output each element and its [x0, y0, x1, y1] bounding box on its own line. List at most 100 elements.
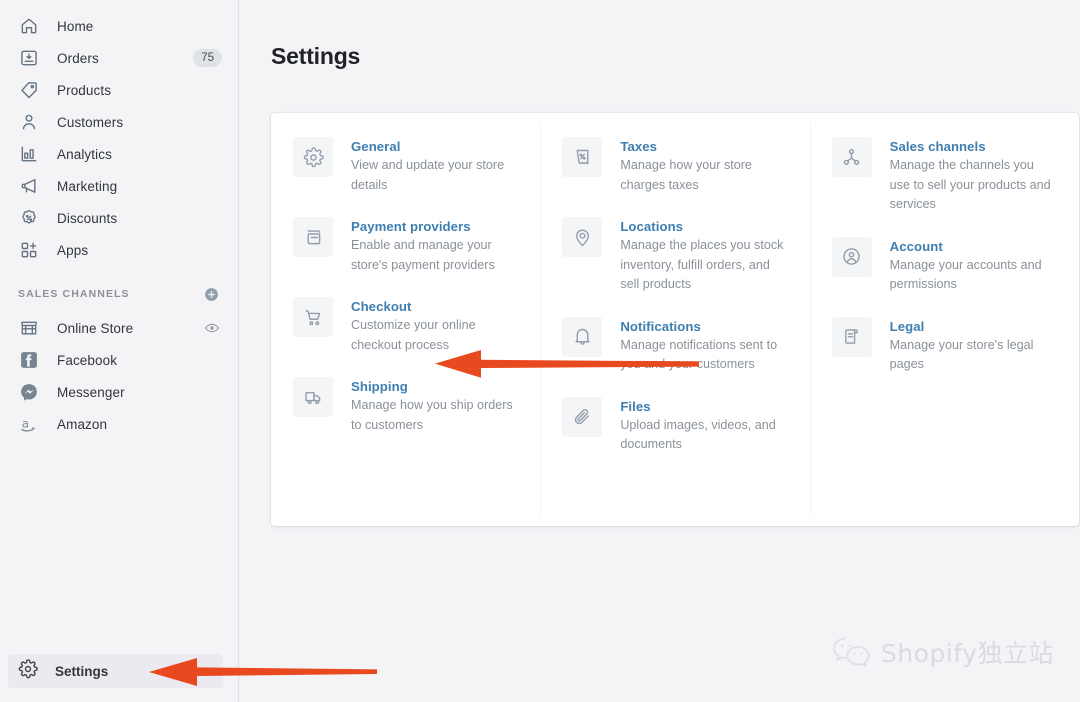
settings-item-files[interactable]: Files Upload images, videos, and documen…	[562, 396, 787, 455]
sales-channels-heading: SALES CHANNELS	[18, 288, 130, 300]
location-pin-icon	[562, 217, 603, 257]
settings-item-description: Manage how you ship orders to customers	[351, 398, 513, 432]
watermark: Shopify独立站	[831, 634, 1054, 670]
settings-item-title[interactable]: Files	[620, 399, 650, 414]
sidebar-item-label: Settings	[55, 663, 109, 679]
settings-item-description: Manage your accounts and permissions	[889, 257, 1042, 292]
settings-item-description: Upload images, videos, and documents	[620, 417, 776, 452]
sidebar-item-products[interactable]: Products	[8, 74, 230, 106]
orders-icon	[18, 47, 40, 69]
settings-item-title[interactable]: Checkout	[351, 299, 411, 314]
sidebar-item-label: Apps	[57, 242, 89, 258]
settings-item-taxes[interactable]: Taxes Manage how your store charges taxe…	[562, 137, 787, 195]
settings-item-description: Manage notifications sent to you and you…	[620, 337, 778, 372]
settings-item-description: Manage the channels you use to sell your…	[889, 158, 1051, 211]
sidebar-item-marketing[interactable]: Marketing	[8, 170, 230, 202]
settings-item-title[interactable]: Payment providers	[351, 219, 471, 234]
settings-item-shipping[interactable]: Shipping Manage how you ship orders to c…	[293, 377, 518, 435]
sidebar-item-discounts[interactable]: Discounts	[8, 202, 230, 234]
sidebar: Home Orders 75 Products Customers Analyt…	[0, 0, 239, 702]
products-tag-icon	[18, 79, 40, 101]
apps-grid-icon	[18, 239, 40, 261]
settings-item-notifications[interactable]: Notifications Manage notifications sent …	[562, 316, 787, 375]
sidebar-item-label: Amazon	[57, 416, 108, 432]
eye-icon[interactable]	[204, 320, 220, 336]
settings-card: General View and update your store detai…	[271, 113, 1079, 526]
settings-item-general[interactable]: General View and update your store detai…	[293, 137, 518, 195]
gear-icon	[293, 137, 333, 177]
settings-item-checkout[interactable]: Checkout Customize your online checkout …	[293, 297, 518, 355]
sidebar-item-customers[interactable]: Customers	[8, 106, 230, 138]
settings-item-description: Manage your store's legal pages	[889, 337, 1034, 372]
customers-icon	[18, 111, 40, 133]
main-content: Settings General View and update your st…	[149, 0, 1080, 702]
paperclip-icon	[562, 396, 603, 437]
settings-item-title[interactable]: Locations	[620, 219, 683, 234]
sidebar-item-label: Facebook	[57, 352, 118, 368]
settings-item-description: Customize your online checkout process	[351, 318, 476, 352]
messenger-icon	[18, 381, 40, 403]
truck-icon	[293, 377, 333, 417]
settings-item-description: Manage the places you stock inventory, f…	[620, 238, 784, 291]
discounts-badge-percent-icon	[18, 207, 40, 229]
wechat-icon	[831, 635, 873, 669]
sales-channels-node-icon	[831, 137, 872, 177]
settings-item-account[interactable]: Account Manage your accounts and permiss…	[831, 236, 1057, 295]
sidebar-item-orders[interactable]: Orders 75	[8, 42, 230, 74]
sidebar-item-label: Marketing	[57, 178, 118, 194]
plus-circle-icon[interactable]	[203, 286, 220, 303]
orders-count-badge: 75	[193, 49, 222, 67]
sidebar-item-apps[interactable]: Apps	[8, 234, 230, 266]
sidebar-item-amazon[interactable]: a Amazon	[8, 408, 230, 440]
settings-item-title[interactable]: Notifications	[620, 319, 701, 334]
settings-item-description: Manage how your store charges taxes	[620, 158, 752, 192]
settings-item-title[interactable]: Legal	[890, 319, 925, 334]
settings-item-locations[interactable]: Locations Manage the places you stock in…	[562, 217, 787, 295]
settings-item-payment-providers[interactable]: Payment providers Enable and manage your…	[293, 217, 518, 275]
sidebar-item-online-store[interactable]: Online Store	[8, 312, 230, 344]
sidebar-item-label: Analytics	[57, 146, 112, 162]
settings-column-2: Taxes Manage how your store charges taxe…	[540, 113, 809, 526]
settings-column-3: Sales channels Manage the channels you u…	[809, 113, 1079, 526]
sidebar-item-facebook[interactable]: Facebook	[8, 344, 230, 376]
shopify-admin-window: Home Orders 75 Products Customers Analyt…	[0, 0, 1080, 702]
sidebar-item-home[interactable]: Home	[8, 10, 230, 42]
legal-scroll-icon	[831, 316, 872, 357]
sidebar-item-label: Discounts	[57, 210, 118, 226]
sidebar-item-messenger[interactable]: Messenger	[8, 376, 230, 408]
sidebar-item-settings[interactable]: Settings	[8, 654, 223, 688]
settings-item-title[interactable]: Taxes	[620, 139, 657, 154]
settings-item-description: Enable and manage your store's payment p…	[351, 238, 495, 272]
settings-item-legal[interactable]: Legal Manage your store's legal pages	[831, 316, 1057, 375]
settings-column-1: General View and update your store detai…	[271, 113, 540, 526]
sidebar-item-label: Customers	[57, 114, 124, 130]
page-title: Settings	[271, 43, 361, 69]
bell-icon	[562, 316, 603, 357]
gear-icon	[18, 658, 38, 684]
amazon-icon: a	[18, 413, 40, 435]
settings-item-title[interactable]: Shipping	[351, 379, 408, 394]
sales-channels-section-header: SALES CHANNELS	[8, 280, 230, 308]
online-store-icon	[18, 317, 40, 339]
sidebar-item-label: Online Store	[57, 320, 134, 336]
settings-item-description: View and update your store details	[351, 158, 505, 192]
settings-item-title[interactable]: Account	[890, 239, 943, 254]
sidebar-item-label: Products	[57, 82, 112, 98]
settings-item-title[interactable]: General	[351, 139, 400, 154]
sidebar-item-analytics[interactable]: Analytics	[8, 138, 230, 170]
sidebar-item-label: Home	[57, 18, 94, 34]
settings-item-sales-channels[interactable]: Sales channels Manage the channels you u…	[831, 137, 1057, 215]
facebook-icon	[18, 349, 40, 371]
cart-icon	[293, 297, 333, 337]
settings-item-title[interactable]: Sales channels	[890, 139, 986, 154]
analytics-bar-chart-icon	[18, 143, 40, 165]
watermark-text: Shopify独立站	[881, 639, 1054, 668]
account-person-circle-icon	[831, 236, 872, 277]
svg-text:a: a	[21, 416, 28, 430]
marketing-megaphone-icon	[18, 175, 40, 197]
payment-card-icon	[293, 217, 333, 257]
sidebar-item-label: Orders	[57, 50, 99, 66]
tax-receipt-icon	[562, 137, 603, 177]
sidebar-item-label: Messenger	[57, 384, 125, 400]
home-icon	[18, 15, 40, 37]
